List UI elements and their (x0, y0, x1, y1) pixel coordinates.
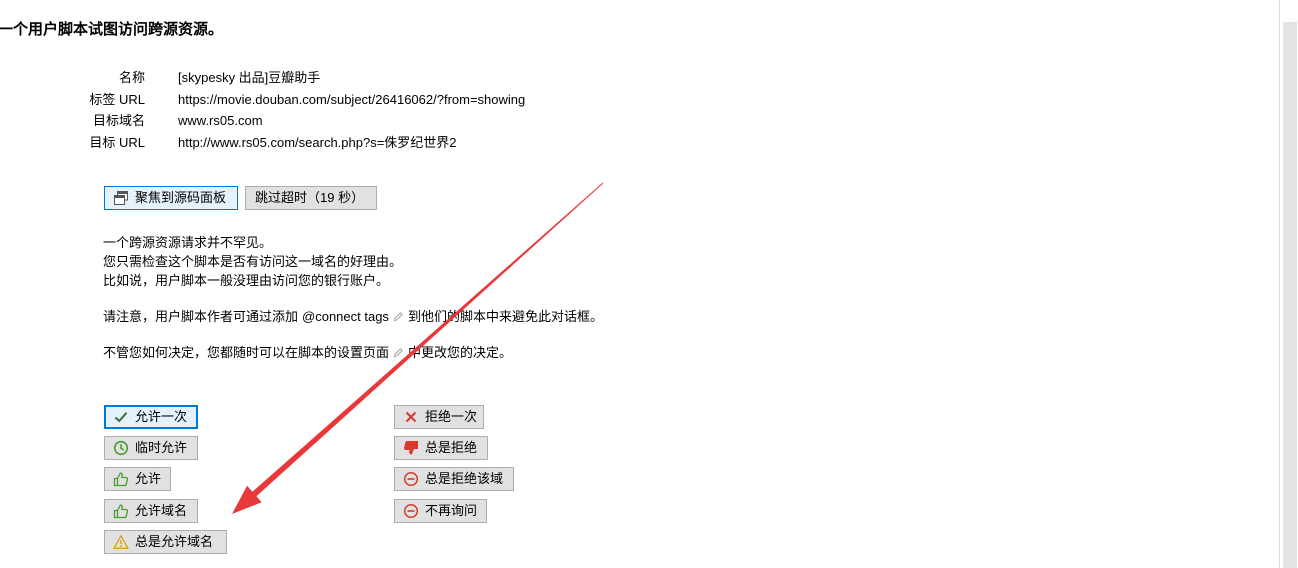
always-deny-button[interactable]: 总是拒绝 (394, 436, 488, 460)
info-row-tab-url: 标签 URL https://movie.douban.com/subject/… (60, 89, 525, 111)
vertical-scrollbar[interactable] (1279, 0, 1298, 568)
connect-note: 请注意，用户脚本作者可通过添加 @connect tags 到他们的脚本中来避免此对… (103, 307, 603, 326)
info-row-target-domain: 目标域名 www.rs05.com (60, 110, 525, 132)
connect-note-prefix: 请注意，用户脚本作者可通过添加 (103, 308, 299, 324)
thumbs-up-icon (113, 504, 129, 519)
target-domain-label: 目标域名 (92, 113, 145, 129)
pencil-icon[interactable] (393, 347, 404, 358)
clock-icon (113, 440, 129, 456)
script-name-value: [skypesky 出品]豆瓣助手 (178, 70, 321, 85)
pencil-icon[interactable] (393, 311, 404, 322)
allow-domain-label: 允许域名 (135, 503, 188, 518)
always-allow-domain-button[interactable]: 总是允许域名 (104, 530, 227, 554)
request-info-table: 名称 [skypesky 出品]豆瓣助手 标签 URL https://movi… (60, 67, 525, 154)
deny-once-button[interactable]: 拒绝一次 (394, 405, 484, 429)
script-name-label: 名称 (118, 70, 145, 85)
connect-note-suffix: 到他们的脚本中来避免此对话框。 (407, 308, 603, 324)
allow-once-label: 允许一次 (135, 409, 188, 424)
allow-temporarily-button[interactable]: 临时允许 (104, 436, 198, 460)
tab-url-label: 标签 URL (89, 91, 145, 107)
target-url-value: http://www.rs05.com/search.php?s=侏罗纪世界2 (178, 135, 457, 151)
thumbs-down-icon (404, 441, 418, 455)
allow-button[interactable]: 允许 (104, 467, 171, 491)
settings-note-suffix: 中更改您的决定。 (408, 344, 513, 360)
connect-tags-text: @connect tags (302, 308, 389, 324)
skip-timeout-label: 跳过超时（19 秒） (255, 190, 365, 205)
allow-temporarily-label: 临时允许 (135, 440, 188, 455)
explanation-paragraph: 一个跨源资源请求并不罕见。 您只需检查这个脚本是否有访问这一域名的好理由。 比如… (103, 233, 402, 290)
warning-icon (113, 535, 129, 549)
target-url-label: 目标 URL (89, 135, 145, 151)
scrollbar-thumb[interactable] (1283, 22, 1297, 568)
explanation-line: 您只需检查这个脚本是否有访问这一域名的好理由。 (103, 253, 403, 269)
allow-once-button[interactable]: 允许一次 (104, 405, 198, 429)
info-row-target-url: 目标 URL http://www.rs05.com/search.php?s=… (60, 132, 525, 154)
minus-circle-icon (403, 471, 419, 487)
deny-once-label: 拒绝一次 (425, 409, 478, 424)
settings-note-prefix: 不管您如何决定，您都随时可以在脚本的设置页面 (103, 344, 390, 360)
focus-source-panel-button[interactable]: 聚焦到源码面板 (104, 186, 238, 210)
window-icon (114, 191, 128, 205)
always-allow-domain-label: 总是允许域名 (135, 534, 214, 549)
allow-label: 允许 (135, 471, 162, 486)
minus-circle-icon (403, 503, 419, 519)
always-deny-domain-label: 总是拒绝该域 (425, 471, 504, 486)
explanation-line: 一个跨源资源请求并不罕见。 (103, 234, 273, 250)
dialog-title: 一个用户脚本试图访问跨源资源。 (0, 21, 224, 38)
x-icon (405, 411, 417, 423)
allow-domain-button[interactable]: 允许域名 (104, 499, 198, 523)
target-domain-value: www.rs05.com (178, 113, 263, 129)
tab-url-value: https://movie.douban.com/subject/2641606… (178, 91, 526, 107)
explanation-line: 比如说，用户脚本一般没理由访问您的银行账户。 (103, 272, 390, 288)
checkmark-icon (114, 412, 128, 423)
focus-source-panel-label: 聚焦到源码面板 (135, 190, 227, 205)
info-row-script-name: 名称 [skypesky 出品]豆瓣助手 (60, 67, 525, 89)
always-deny-label: 总是拒绝 (425, 440, 478, 455)
always-deny-domain-button[interactable]: 总是拒绝该域 (394, 467, 514, 491)
settings-note: 不管您如何决定，您都随时可以在脚本的设置页面 中更改您的决定。 (103, 343, 512, 362)
skip-timeout-button[interactable]: 跳过超时（19 秒） (245, 186, 377, 210)
thumbs-up-icon (113, 472, 129, 487)
never-ask-button[interactable]: 不再询问 (394, 499, 487, 523)
never-ask-label: 不再询问 (425, 503, 478, 518)
